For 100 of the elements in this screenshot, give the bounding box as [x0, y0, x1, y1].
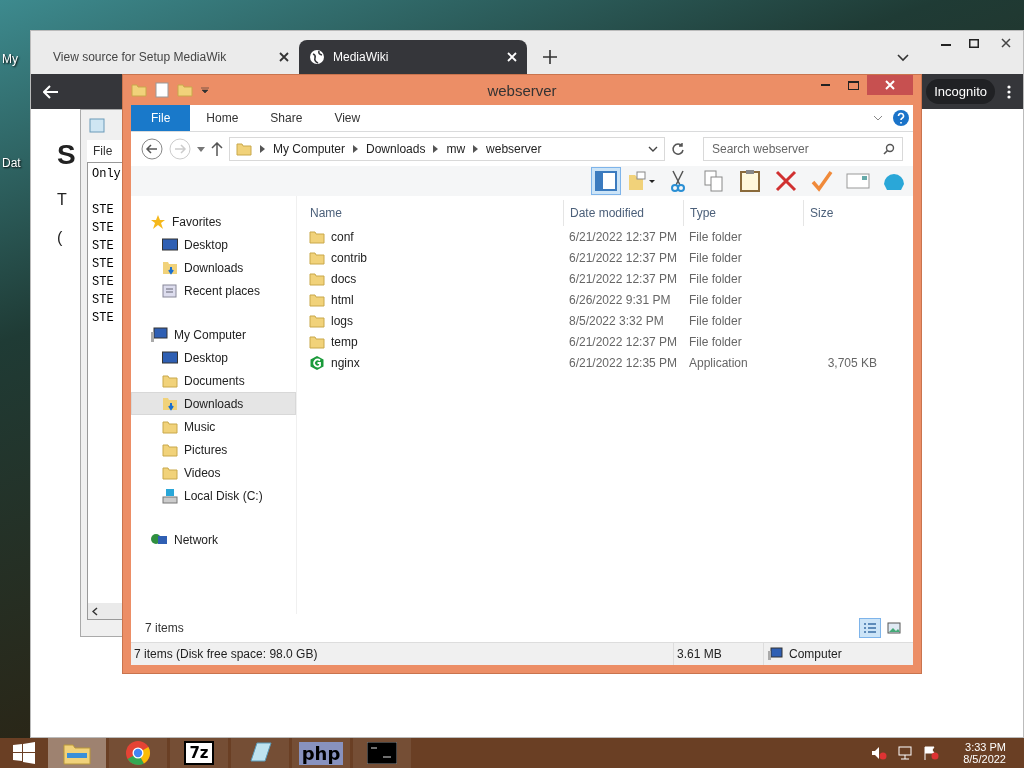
size-cell-text: 3,705 KB	[826, 355, 878, 370]
chevron-right-icon[interactable]	[473, 145, 479, 153]
computer-icon	[767, 647, 783, 661]
taskbar-app[interactable]	[353, 738, 411, 768]
menu-item[interactable]: File	[87, 140, 122, 162]
close-icon[interactable]	[1001, 38, 1011, 48]
column-header[interactable]: Date modified	[563, 200, 683, 226]
checkmark-icon	[811, 170, 833, 192]
file-name[interactable]: conf	[297, 229, 563, 244]
file-name[interactable]: contrib	[297, 250, 563, 265]
app-logo: 7z	[184, 741, 214, 765]
flag-icon[interactable]	[923, 746, 940, 760]
page-text: (	[57, 229, 64, 247]
incognito-badge[interactable]: Incognito	[926, 79, 995, 104]
chevron-right-icon[interactable]	[260, 145, 265, 153]
file-name[interactable]: nginx	[297, 354, 563, 371]
terminal-icon	[367, 742, 397, 764]
chevron-right-icon[interactable]	[433, 145, 439, 153]
file-name[interactable]: logs	[297, 313, 563, 328]
new-tab-icon[interactable]	[543, 50, 557, 64]
chevron-down-icon[interactable]	[648, 146, 658, 152]
nav-item[interactable]: Desktop	[131, 233, 296, 256]
chevron-right-icon[interactable]	[353, 145, 359, 153]
chevron-down-icon[interactable]	[897, 54, 909, 62]
search-icon	[883, 143, 895, 155]
globe-icon	[309, 49, 325, 65]
desktop-icon-label[interactable]: My	[2, 52, 18, 66]
date-cell-text: 6/21/2022 12:37 PM	[568, 334, 679, 349]
close-button[interactable]	[867, 75, 913, 95]
browser-logo-icon	[125, 740, 151, 766]
recent-places-icon	[162, 282, 178, 299]
clock[interactable]: 3:33 PM 8/5/2022	[963, 741, 1006, 765]
computer-icon	[150, 326, 168, 343]
browser-tab[interactable]: View source for Setup MediaWik	[43, 40, 299, 74]
nav-item[interactable]: Local Disk (C:)	[131, 484, 296, 507]
refresh-icon[interactable]	[671, 142, 685, 156]
back-icon[interactable]	[141, 138, 163, 160]
network-status-icon[interactable]	[897, 746, 914, 760]
chevron-left-icon[interactable]	[92, 606, 98, 616]
search-field[interactable]: Search webserver	[703, 137, 903, 161]
column-header[interactable]: Size	[803, 200, 883, 226]
properties-icon[interactable]	[155, 82, 169, 98]
type-cell-text: File folder	[688, 229, 743, 244]
download-folder-icon	[162, 259, 178, 276]
nav-item[interactable]: Recent places	[131, 279, 296, 302]
desktop-icon-label[interactable]: Dat	[2, 156, 21, 170]
copy-icon	[704, 170, 724, 192]
nav-item[interactable]: Downloads	[131, 392, 296, 415]
windows-logo-icon	[13, 742, 35, 764]
minimize-icon	[820, 84, 830, 86]
help-icon[interactable]	[893, 110, 909, 126]
address-bar[interactable]: My Computer Downloads mw webserver	[229, 137, 665, 161]
close-icon[interactable]	[279, 52, 289, 62]
nav-item[interactable]: Pictures	[131, 438, 296, 461]
view-button[interactable]	[859, 618, 881, 638]
taskbar-app[interactable]: 7z	[170, 738, 228, 768]
date-cell-text: 6/26/2022 9:31 PM	[568, 292, 672, 307]
nav-item[interactable]: Music	[131, 415, 296, 438]
preview-pane-icon	[595, 171, 617, 191]
nav-item[interactable]: Downloads	[131, 256, 296, 279]
browser-tab[interactable]: MediaWiki	[299, 40, 527, 74]
column-header[interactable]: Name	[297, 200, 563, 226]
nav-item[interactable]: Favorites	[131, 210, 296, 233]
ribbon-tab[interactable]: Home	[190, 105, 255, 131]
maximize-icon[interactable]	[969, 39, 979, 48]
muted-speaker-icon[interactable]	[871, 746, 888, 760]
folder-icon	[162, 373, 178, 388]
notepad-icon	[247, 741, 273, 765]
nav-item[interactable]: Desktop	[131, 346, 296, 369]
file-name[interactable]: html	[297, 292, 563, 307]
folder-icon	[309, 250, 325, 265]
scissors-icon	[670, 170, 686, 192]
ribbon-tab[interactable]: Share	[254, 105, 319, 131]
column-header[interactable]: Type	[683, 200, 803, 226]
date-cell-text: 6/21/2022 12:37 PM	[568, 229, 679, 244]
back-arrow-icon[interactable]	[43, 84, 59, 99]
text-area[interactable]: Only STE STE STE STE STE STE STE	[87, 162, 122, 620]
clipboard-icon	[740, 170, 760, 192]
taskbar-app[interactable]	[109, 738, 167, 768]
taskbar-app[interactable]: php	[292, 738, 350, 768]
folder-icon	[162, 442, 178, 457]
up-arrow-icon[interactable]	[211, 142, 223, 156]
nav-item[interactable]: Videos	[131, 461, 296, 484]
date-cell-text: 6/21/2022 12:35 PM	[568, 355, 679, 370]
nav-item[interactable]: My Computer	[131, 323, 296, 346]
date-cell-text: 6/21/2022 12:37 PM	[568, 250, 679, 265]
scrollbar[interactable]	[88, 603, 122, 619]
type-cell-text: File folder	[688, 271, 743, 286]
ribbon-tab[interactable]: View	[318, 105, 377, 131]
file-name[interactable]: docs	[297, 271, 563, 286]
caret-icon[interactable]	[197, 146, 205, 152]
ribbon-tab[interactable]: File	[131, 105, 191, 131]
taskbar-app[interactable]	[231, 738, 289, 768]
file-name[interactable]: temp	[297, 334, 563, 349]
caret-icon[interactable]	[201, 87, 209, 93]
more-menu-icon[interactable]	[1007, 84, 1011, 99]
nav-item[interactable]: Network	[131, 528, 296, 551]
nav-item[interactable]: Documents	[131, 369, 296, 392]
page-text: S	[57, 139, 76, 171]
app-icon	[309, 354, 325, 371]
